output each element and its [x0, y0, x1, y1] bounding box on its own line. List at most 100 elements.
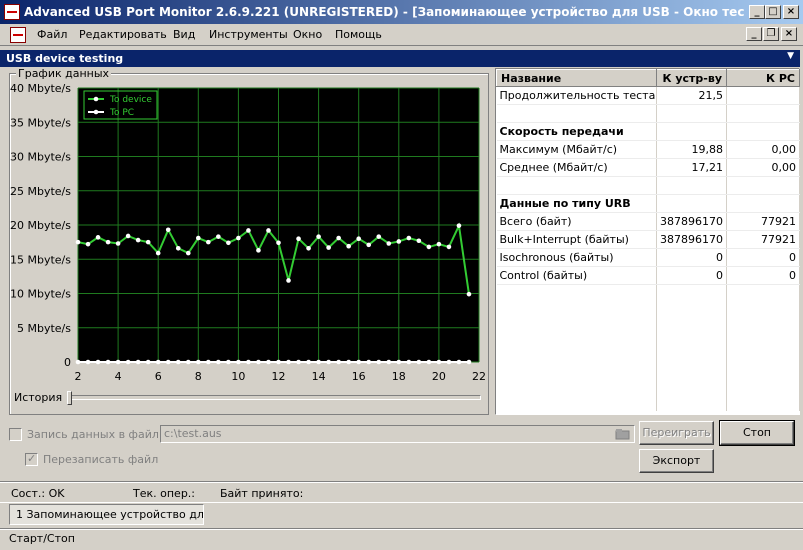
data-point: [406, 235, 412, 241]
table-cell-name: Control (байты): [496, 266, 657, 285]
x-tick-label: 6: [155, 370, 162, 383]
table-cell-to-device: [656, 104, 727, 123]
window-task-button[interactable]: 1 Запоминающее устройство для...: [9, 504, 204, 525]
data-point: [145, 239, 151, 245]
table-row[interactable]: [496, 176, 800, 195]
data-point: [286, 278, 291, 283]
table-cell-to-pc: 0: [726, 266, 800, 285]
table-cell-to-device: 387896170: [656, 212, 727, 231]
data-point: [326, 359, 331, 365]
table-cell-name: Bulk+Interrupt (байты): [496, 230, 657, 249]
overwrite-file-checkbox[interactable]: ✓: [25, 452, 38, 466]
table-section-row[interactable]: Скорость передачи: [496, 122, 800, 141]
data-point: [376, 359, 382, 365]
column-header-name[interactable]: Название: [496, 69, 657, 87]
data-point: [356, 236, 362, 241]
table-row[interactable]: Среднее (Мбайт/с) 17,21 0,00: [496, 158, 800, 177]
table-cell-to-device: 0: [656, 266, 727, 285]
data-point: [376, 234, 382, 239]
table-row[interactable]: [496, 104, 800, 123]
y-tick-label: 15 Mbyte/s: [10, 253, 71, 266]
x-tick-label: 18: [392, 370, 406, 383]
table-empty-row: [496, 356, 800, 375]
data-point: [155, 359, 161, 365]
table-cell-to-device: 17,21: [656, 158, 727, 177]
data-point: [306, 359, 311, 365]
table-cell-to-pc: 77921: [726, 230, 800, 249]
data-point: [366, 242, 372, 248]
legend-marker: [93, 96, 99, 102]
column-header-to-device[interactable]: К устр-ву: [656, 69, 727, 87]
table-empty-row: [496, 320, 800, 339]
table-cell-name: [496, 176, 657, 195]
x-tick-label: 8: [195, 370, 202, 383]
overwrite-file-label: Перезаписать файл: [43, 453, 159, 466]
data-point: [75, 359, 81, 365]
status-state: Сост.: OK: [11, 487, 65, 500]
table-cell-to-device: 0: [656, 248, 727, 267]
data-point: [75, 239, 81, 245]
data-point: [316, 359, 321, 365]
data-point: [426, 359, 432, 365]
data-point: [85, 241, 91, 247]
table-row[interactable]: Control (байты) 0 0: [496, 266, 800, 285]
table-empty-row: [496, 302, 800, 321]
data-point: [296, 236, 301, 241]
table-empty-row: [496, 374, 800, 393]
stop-button[interactable]: Стоп: [719, 420, 795, 446]
data-point: [165, 227, 171, 233]
status-bytes-received: Байт принято:: [220, 487, 304, 500]
folder-open-icon[interactable]: [613, 426, 633, 442]
data-point: [306, 245, 311, 251]
data-point: [456, 223, 462, 228]
column-header-to-pc[interactable]: К PC: [726, 69, 800, 87]
data-point: [436, 241, 442, 247]
legend-label: To PC: [109, 108, 134, 118]
y-tick-label: 20 Mbyte/s: [10, 219, 71, 232]
data-point: [386, 359, 392, 365]
data-point: [346, 359, 351, 365]
table-cell-to-device: 387896170: [656, 230, 727, 249]
data-point: [366, 359, 372, 365]
table-row[interactable]: Bulk+Interrupt (байты) 387896170 77921: [496, 230, 800, 249]
history-label: История: [14, 391, 63, 404]
file-path-input[interactable]: c:\test.aus: [160, 425, 635, 443]
data-point: [446, 244, 452, 250]
statistics-table: Название К устр-ву К PC Продолжительност…: [495, 68, 800, 415]
table-cell-name: Продолжительность теста (с): [496, 86, 657, 105]
data-point: [196, 359, 201, 365]
table-row[interactable]: Максимум (Мбайт/с) 19,88 0,00: [496, 140, 800, 159]
data-point: [125, 233, 131, 239]
status-bar: Сост.: OK Тек. опер.: Байт принято:: [0, 481, 803, 502]
table-row[interactable]: Продолжительность теста (с) 21,5: [496, 86, 800, 105]
data-point: [226, 240, 231, 246]
data-point: [185, 250, 191, 256]
data-point: [246, 359, 251, 365]
data-point: [266, 359, 271, 365]
save-to-file-checkbox[interactable]: [9, 428, 22, 441]
replay-button[interactable]: Переиграть: [639, 421, 714, 445]
data-point: [185, 359, 191, 365]
history-slider-track[interactable]: [68, 395, 481, 400]
table-cell-name: [496, 104, 657, 123]
data-point: [356, 359, 362, 365]
x-tick-label: 4: [115, 370, 122, 383]
table-row[interactable]: Всего (байт) 387896170 77921: [496, 212, 800, 231]
table-row[interactable]: Isochronous (байты) 0 0: [496, 248, 800, 267]
data-point: [246, 228, 251, 233]
data-point: [336, 235, 341, 241]
y-tick-label: 10 Mbyte/s: [10, 288, 71, 301]
table-cell-name: Isochronous (байты): [496, 248, 657, 267]
data-point: [196, 235, 201, 241]
data-point: [276, 240, 281, 246]
table-cell-to-pc: 0: [726, 248, 800, 267]
save-to-file-label: Запись данных в файл: [27, 428, 159, 441]
export-button[interactable]: Экспорт: [639, 449, 714, 473]
data-point: [296, 359, 301, 365]
table-cell-to-device: [656, 176, 727, 195]
data-point: [216, 359, 221, 365]
history-slider-thumb[interactable]: [67, 391, 72, 405]
data-point: [155, 250, 161, 256]
data-point: [105, 239, 111, 245]
table-section-row[interactable]: Данные по типу URB: [496, 194, 800, 213]
